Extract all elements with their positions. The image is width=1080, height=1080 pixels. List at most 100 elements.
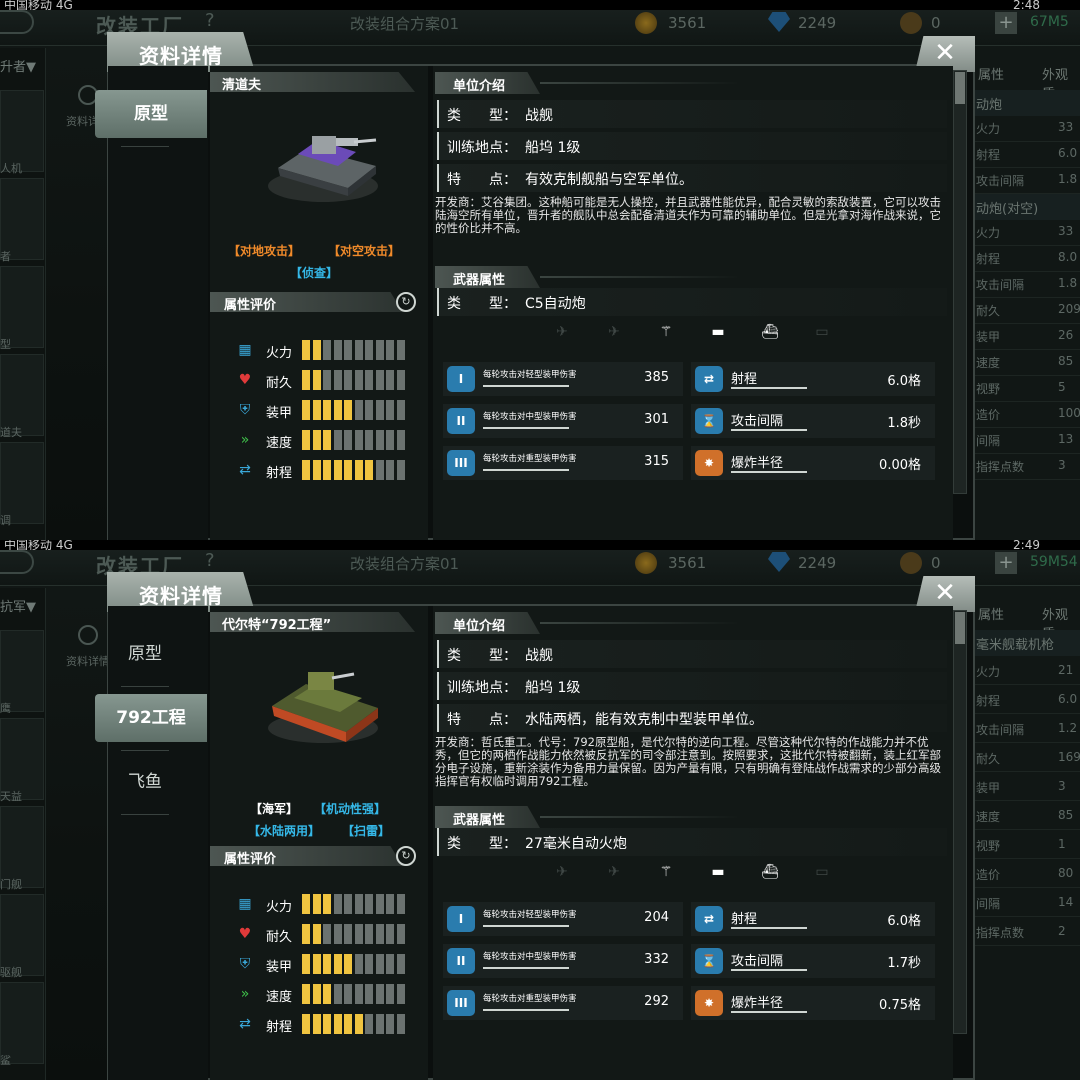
bar-segment: [344, 924, 352, 944]
plan-name[interactable]: 改装组合方案01: [350, 13, 459, 34]
bar-segment: [302, 400, 310, 420]
bar-segment: [365, 400, 373, 420]
variant-tab-0[interactable]: 原型: [95, 630, 195, 678]
right-stat-value: 33: [1058, 120, 1074, 134]
bar-segment: [386, 430, 394, 450]
right-stat-value: 13: [1058, 432, 1074, 446]
bar-segment: [323, 984, 331, 1004]
right-stat-value: 3: [1058, 458, 1066, 472]
gem-icon: [768, 12, 790, 32]
tab-attributes[interactable]: 属性: [978, 64, 1004, 83]
variant-tab-0[interactable]: 原型: [95, 90, 207, 138]
weapon-stat-value: 0.00格: [879, 458, 921, 473]
bar-segment: [312, 370, 321, 390]
fuel-count: 0: [931, 554, 941, 572]
attribute-bar: [302, 370, 408, 390]
submarine-icon: ▭: [815, 864, 829, 880]
right-stat-value: 100: [1058, 406, 1080, 420]
bar-segment: [375, 924, 384, 944]
plan-name[interactable]: 改装组合方案01: [350, 553, 459, 574]
bar-segment: [386, 894, 394, 914]
unit-slot-label: 驱舰: [0, 966, 22, 979]
right-stat-value: 1.8: [1058, 276, 1078, 290]
intro-key: 特 点：: [447, 712, 517, 728]
bar-segment: [354, 400, 363, 420]
variant-divider: [121, 686, 169, 687]
right-stat-value: 1690: [1058, 750, 1080, 764]
right-stat-row: 速度 85: [974, 804, 1080, 830]
unit-description: 开发商：哲氏重工。代号：792原型船，是代尔特的逆向工程。尽管这种代尔特的作战能…: [435, 735, 941, 788]
bar-segment: [365, 340, 373, 360]
bar-segment: [302, 984, 310, 1004]
right-stat-value: 1.8: [1058, 172, 1078, 186]
coin-icon: [635, 12, 657, 34]
unit-name: 清道夫: [210, 72, 415, 92]
unit-tag: 【海军】: [250, 802, 299, 816]
back-button[interactable]: [0, 550, 34, 574]
gem-count: 2249: [798, 554, 837, 572]
bar-segment: [396, 430, 405, 450]
armor-class-icon: I: [447, 906, 475, 932]
cycle-icon[interactable]: ↻: [396, 292, 416, 312]
range-icon: ⇄: [239, 462, 251, 478]
filter-dropdown[interactable]: 抗军▼: [0, 596, 36, 615]
helicopter-icon: ⚚: [659, 864, 673, 880]
bar-segment: [302, 460, 310, 480]
right-stat-row: 速度 85: [974, 350, 1080, 376]
bar-segment: [312, 340, 321, 360]
clock: 2:49: [1013, 540, 1040, 550]
fuel-icon: [900, 552, 922, 574]
bar-segment: [302, 1014, 310, 1034]
carrier-label: 中国移动 4G: [4, 540, 73, 550]
bar-segment: [344, 430, 352, 450]
bar-segment: [333, 1014, 342, 1034]
help-button[interactable]: ?: [205, 10, 215, 31]
right-stat-label: 间隔: [976, 434, 1001, 448]
armor-icon: ⛨: [239, 956, 251, 972]
tab-attributes[interactable]: 属性: [978, 604, 1004, 623]
unit-panel: 清道夫 【对地攻击】 【对空攻击】 【侦查】 属性评价 ↻ ▦ 火力 ♥ 耐久 ⛨ 装甲 » 速度 ⇄ 射程: [210, 66, 428, 540]
filter-dropdown[interactable]: 升者▼: [0, 56, 36, 75]
unit-tag: 【扫雷】: [342, 824, 391, 838]
bar-segment: [333, 400, 342, 420]
right-stat-row: 装甲 3: [974, 775, 1080, 801]
attribute-bar: [302, 924, 408, 944]
right-stat-label: 指挥点数: [976, 460, 1025, 474]
intro-key: 训练地点：: [447, 140, 517, 156]
weapon-stat-value: 292: [644, 994, 669, 1009]
add-resource-button[interactable]: +: [995, 552, 1017, 574]
ship-icon: ⛴: [761, 324, 779, 340]
right-stat-label: 视野: [976, 839, 1001, 853]
scrollbar[interactable]: [953, 70, 967, 494]
coin-count: 3561: [668, 14, 707, 32]
unit-slot-label: 天益: [0, 790, 22, 803]
unit-tag: 【水陆两用】: [248, 824, 321, 838]
scrollbar[interactable]: [953, 610, 967, 1034]
ship-icon: ⛴: [761, 864, 779, 880]
bar-segment: [333, 984, 342, 1004]
unit-model-image: [258, 646, 388, 746]
variant-tab-1[interactable]: 792工程: [95, 694, 207, 742]
unit-slot-label: 门舰: [0, 878, 22, 891]
variant-tab-2[interactable]: 飞鱼: [95, 758, 195, 806]
speed-icon: »: [240, 432, 250, 448]
hourglass-icon: ⌛: [695, 948, 723, 974]
cycle-icon[interactable]: ↻: [396, 846, 416, 866]
bar-segment: [396, 1014, 405, 1034]
bar-segment: [365, 894, 373, 914]
add-resource-button[interactable]: +: [995, 12, 1017, 34]
bar-segment: [302, 340, 310, 360]
bar-segment: [365, 954, 373, 974]
intro-divider: [540, 82, 740, 84]
scrollbar-thumb[interactable]: [955, 612, 965, 644]
back-button[interactable]: [0, 10, 34, 34]
right-stat-value: 8.0: [1058, 250, 1078, 264]
right-stat-row: 射程 6.0: [974, 142, 1080, 168]
scrollbar-thumb[interactable]: [955, 72, 965, 104]
right-stat-value: 85: [1058, 808, 1074, 822]
unit-slot-label: 型: [0, 338, 11, 351]
help-button[interactable]: ?: [205, 550, 215, 571]
coin-count: 3561: [668, 554, 707, 572]
intro-header: 单位介绍: [435, 72, 540, 94]
right-stat-label: 造价: [976, 408, 1001, 422]
